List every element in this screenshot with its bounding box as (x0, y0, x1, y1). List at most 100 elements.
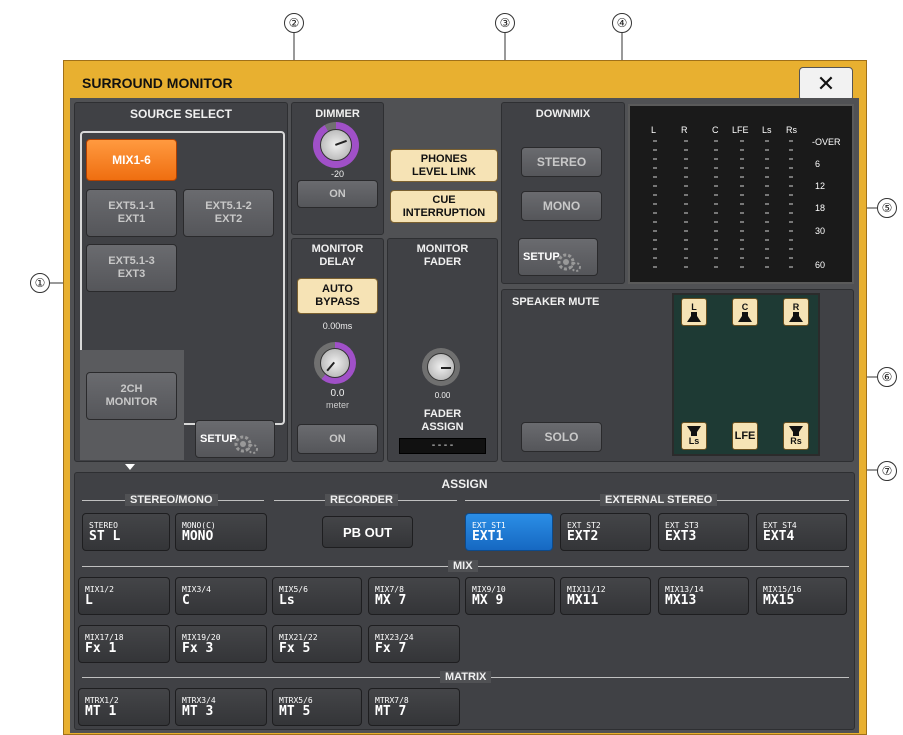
assign-bus-name: EXT1 (472, 528, 504, 544)
source-setup-button[interactable]: SETUP (195, 420, 275, 458)
group-recorder: RECORDER (325, 494, 398, 506)
cue-interruption-button[interactable]: CUE INTERRUPTION (390, 190, 498, 223)
speaker-icon (687, 426, 701, 436)
assign-ext4-button[interactable]: EXT ST4 EXT4 (756, 513, 847, 551)
assign-bus-name: Ls (279, 592, 295, 608)
meter-bar-lfe (740, 140, 744, 270)
source-ext1-button[interactable]: EXT5.1-1 EXT1 (86, 189, 177, 237)
assign-bus-name: EXT3 (665, 528, 697, 544)
auto-bypass-button[interactable]: AUTO BYPASS (297, 278, 378, 314)
assign-mix-button[interactable]: MIX7/8 MX 7 (368, 577, 460, 615)
speaker-rs-button[interactable]: Rs (783, 422, 809, 450)
speaker-r-button[interactable]: R (783, 298, 809, 326)
assign-mix-button[interactable]: MIX13/14 MX13 (658, 577, 749, 615)
monitor-fader-title: MONITOR FADER (416, 243, 469, 268)
monitor-delay-unit: meter (325, 400, 349, 410)
assign-title: ASSIGN (441, 477, 488, 491)
assign-bus-name: C (182, 592, 190, 608)
assign-bus-name: L (85, 592, 93, 608)
assign-ext3-button[interactable]: EXT ST3 EXT3 (658, 513, 749, 551)
monitor-delay-title: MONITOR DELAY (311, 243, 364, 268)
close-button[interactable]: ✕ (799, 67, 853, 101)
downmix-title: DOWNMIX (535, 108, 591, 120)
source-setup-label: SETUP (200, 432, 237, 445)
meter-scale-30: 30 (815, 226, 826, 236)
speaker-icon (789, 426, 803, 436)
dimmer-knob[interactable] (313, 122, 359, 168)
speaker-mute-title: SPEAKER MUTE (512, 296, 600, 308)
scroll-down-icon[interactable] (125, 464, 135, 470)
meter-label-r: R (681, 125, 688, 135)
source-mix1-6-button[interactable]: MIX1-6 (86, 139, 177, 181)
fader-assign-display[interactable]: ---- (399, 438, 486, 454)
source-ext2-button[interactable]: EXT5.1-2 EXT2 (183, 189, 274, 237)
assign-pb-out-button[interactable]: PB OUT (322, 516, 413, 548)
source-select-title: SOURCE SELECT (129, 107, 232, 121)
assign-matrix-button[interactable]: MTRX1/2 MT 1 (78, 688, 170, 726)
meter-bar-l (653, 140, 657, 270)
assign-mix-button[interactable]: MIX1/2 L (78, 577, 170, 615)
group-mix: MIX (448, 560, 478, 572)
assign-mix-button[interactable]: MIX9/10 MX 9 (465, 577, 555, 615)
assign-matrix-button[interactable]: MTRX3/4 MT 3 (175, 688, 267, 726)
assign-bus-name: MT 1 (85, 703, 117, 719)
assign-bus-name: EXT2 (567, 528, 599, 544)
speaker-l-label: L (691, 302, 697, 312)
speaker-c-label: C (741, 302, 749, 312)
monitor-delay-on-button[interactable]: ON (297, 424, 378, 454)
solo-button[interactable]: SOLO (521, 422, 602, 452)
monitor-fader-value: 0.00 (434, 391, 451, 400)
speaker-lfe-button[interactable]: LFE (732, 422, 758, 450)
dimmer-on-button[interactable]: ON (297, 180, 378, 208)
assign-ext1-button[interactable]: EXT ST1 EXT1 (465, 513, 553, 551)
meter-bar-rs (789, 140, 793, 270)
assign-matrix-button[interactable]: MTRX5/6 MT 5 (272, 688, 362, 726)
assign-bus-name: MT 3 (182, 703, 214, 719)
meter-bar-c (714, 140, 718, 270)
speaker-icon (738, 312, 752, 322)
assign-bus-name: MX13 (665, 592, 697, 608)
meter-scale-60: 60 (815, 260, 826, 270)
assign-mix-button[interactable]: MIX5/6 Ls (272, 577, 362, 615)
meter-label-lfe: LFE (732, 125, 749, 135)
assign-bus-name: MX11 (567, 592, 599, 608)
assign-mix-button[interactable]: MIX3/4 C (175, 577, 267, 615)
group-matrix: MATRIX (440, 671, 492, 683)
gear-icon (234, 435, 258, 454)
assign-mix-button[interactable]: MIX11/12 MX11 (560, 577, 651, 615)
downmix-stereo-button[interactable]: STEREO (521, 147, 602, 177)
speaker-c-button[interactable]: C (732, 298, 758, 326)
speaker-ls-button[interactable]: Ls (681, 422, 707, 450)
assign-bus-name: Fx 7 (375, 640, 407, 656)
assign-bus-name: MX 9 (472, 592, 504, 608)
gear-icon (557, 253, 581, 272)
monitor-delay-knob[interactable] (314, 342, 356, 384)
assign-mix-button[interactable]: MIX19/20 Fx 3 (175, 625, 267, 663)
assign-stereo-button[interactable]: STEREO ST L (82, 513, 170, 551)
assign-mono-button[interactable]: MONO(C) MONO (175, 513, 267, 551)
assign-matrix-button[interactable]: MTRX7/8 MT 7 (368, 688, 460, 726)
meter-scale-6: 6 (815, 159, 821, 169)
meter-scale-12: 12 (815, 181, 826, 191)
phones-level-link-button[interactable]: PHONES LEVEL LINK (390, 149, 498, 182)
source-2ch-monitor-button[interactable]: 2CH MONITOR (86, 372, 177, 420)
downmix-mono-button[interactable]: MONO (521, 191, 602, 221)
assign-bus-name: MT 5 (279, 703, 311, 719)
speaker-lfe-label: LFE (734, 430, 756, 442)
downmix-setup-button[interactable]: SETUP (518, 238, 598, 276)
speaker-icon (789, 312, 803, 322)
assign-mix-button[interactable]: MIX23/24 Fx 7 (368, 625, 460, 663)
assign-ext2-button[interactable]: EXT ST2 EXT2 (560, 513, 651, 551)
assign-mix-button[interactable]: MIX15/16 MX15 (756, 577, 847, 615)
speaker-r-label: R (792, 302, 800, 312)
meter-scale-18: 18 (815, 203, 826, 213)
speaker-l-button[interactable]: L (681, 298, 707, 326)
assign-bus-name: MX 7 (375, 592, 407, 608)
speaker-ls-label: Ls (688, 436, 700, 446)
assign-mix-button[interactable]: MIX17/18 Fx 1 (78, 625, 170, 663)
source-ext3-button[interactable]: EXT5.1-3 EXT3 (86, 244, 177, 292)
downmix-setup-label: SETUP (523, 250, 560, 263)
monitor-fader-knob[interactable] (422, 348, 460, 386)
monitor-delay-time: 0.00ms (322, 321, 353, 331)
assign-mix-button[interactable]: MIX21/22 Fx 5 (272, 625, 362, 663)
